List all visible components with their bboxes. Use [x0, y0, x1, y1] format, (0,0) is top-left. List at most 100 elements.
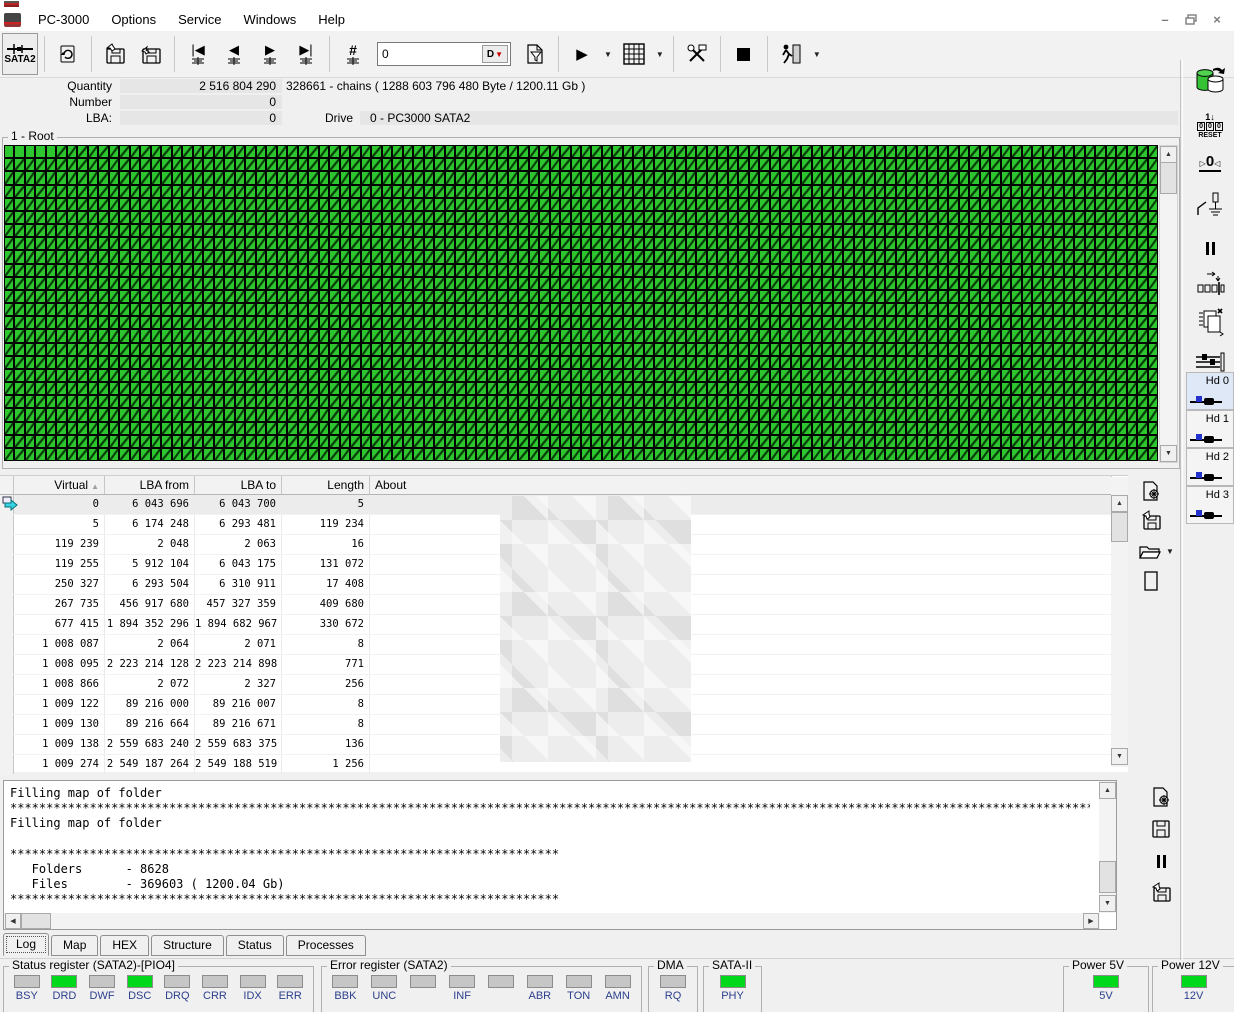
last-record-button[interactable]: ▶|: [289, 34, 323, 74]
load-map-button[interactable]: [98, 34, 132, 74]
menu-item-service[interactable]: Service: [167, 9, 232, 31]
goto-number-button[interactable]: #: [336, 34, 370, 74]
menu-item-pc-3000[interactable]: PC-3000: [27, 9, 100, 31]
tab-log[interactable]: Log: [3, 933, 50, 956]
prev-record-button[interactable]: ◀: [217, 34, 251, 74]
minimize-button[interactable]: –: [1152, 8, 1178, 30]
clear-buffers-button[interactable]: [1190, 304, 1230, 340]
zero-scale-icon: ▷0◁: [1199, 152, 1221, 172]
run-dropdown[interactable]: ▼: [600, 50, 616, 59]
pause-sidebar-button[interactable]: [1190, 230, 1230, 266]
led-label: RQ: [664, 990, 682, 1002]
next-record-button[interactable]: ▶: [253, 34, 287, 74]
build-map-button[interactable]: [1136, 478, 1166, 504]
goto-dec-button[interactable]: D ▼: [482, 45, 508, 63]
menu-item-options[interactable]: Options: [100, 9, 167, 31]
refresh-button[interactable]: [51, 34, 85, 74]
hd-button-2[interactable]: Hd 2: [1186, 448, 1234, 486]
filter-button[interactable]: [518, 34, 552, 74]
hd-button-label: Hd 2: [1205, 451, 1229, 463]
root-map-title: 1 - Root: [8, 130, 57, 143]
hd-button-3[interactable]: Hd 3: [1186, 486, 1234, 524]
log-scrollbar[interactable]: ▲ ▼: [1099, 781, 1116, 913]
column-header-virtual[interactable]: Virtual ▲: [14, 476, 105, 495]
reset-counter-icon: 1↓ 0 0 0 RESET: [1197, 111, 1223, 139]
log-scroll-thumb[interactable]: [1099, 861, 1116, 893]
grid-view-button[interactable]: [617, 34, 651, 74]
sata2-port-button[interactable]: SATA2: [2, 33, 38, 75]
blank-page-icon: [1144, 571, 1158, 591]
chains-map-grid[interactable]: [4, 145, 1158, 461]
page-gear-icon: [1153, 787, 1169, 807]
reset-counter-button[interactable]: 1↓ 0 0 0 RESET: [1190, 106, 1230, 146]
play-icon: ▶: [576, 46, 588, 63]
drive-field: 0 - PC3000 SATA2: [360, 111, 1178, 125]
copy-database-button[interactable]: [1190, 63, 1230, 99]
exit-task-dropdown[interactable]: ▼: [809, 50, 825, 59]
open-table-dropdown[interactable]: ▼: [1162, 547, 1178, 556]
red-down-arrow-icon: ▼: [495, 49, 504, 59]
tab-structure[interactable]: Structure: [151, 935, 224, 956]
hd-button-0[interactable]: Hd 0: [1186, 372, 1234, 410]
log-scroll-down[interactable]: ▼: [1099, 895, 1116, 912]
restore-button[interactable]: [1178, 8, 1204, 30]
first-record-button[interactable]: |◀: [181, 34, 215, 74]
log-hscroll-thumb[interactable]: [21, 913, 51, 929]
exit-task-button[interactable]: [774, 34, 808, 74]
probe-terminal-button[interactable]: [1190, 188, 1230, 224]
open-table-button[interactable]: ▼: [1136, 538, 1180, 564]
led-err: [277, 975, 304, 988]
hd-button-label: Hd 0: [1205, 375, 1229, 387]
save-table-button[interactable]: [1136, 508, 1166, 534]
save-map-button[interactable]: [134, 34, 168, 74]
park-heads-button[interactable]: [1190, 266, 1230, 302]
tools-button[interactable]: [680, 34, 714, 74]
table-scroll-thumb[interactable]: [1111, 512, 1128, 542]
led-label: 12V: [1183, 990, 1204, 1002]
column-header-about[interactable]: About: [370, 476, 1112, 495]
menu-item-help[interactable]: Help: [307, 9, 356, 31]
zero-heads-button[interactable]: ▷0◁: [1190, 146, 1230, 182]
tab-map[interactable]: Map: [51, 935, 99, 956]
new-page-button[interactable]: [1136, 568, 1166, 594]
tab-processes[interactable]: Processes: [285, 935, 366, 956]
log-scroll-left[interactable]: ◀: [5, 913, 21, 929]
pc3000-window: PC-3000 Options Service Windows Help – × SAT…: [0, 0, 1234, 1012]
table-scroll-down[interactable]: ▼: [1111, 748, 1128, 765]
log-hscrollbar[interactable]: ◀ ▶: [4, 913, 1100, 929]
goto-number-input[interactable]: [378, 44, 484, 64]
hd-button-1[interactable]: Hd 1: [1186, 410, 1234, 448]
floppy-save-icon: [1141, 510, 1161, 530]
record-glyph-icon: [300, 56, 312, 65]
menu-item-windows[interactable]: Windows: [232, 9, 307, 31]
record-glyph-icon: [264, 56, 276, 65]
tab-hex[interactable]: HEX: [100, 935, 150, 956]
hd-button-label: Hd 3: [1205, 489, 1229, 501]
table-scroll-up[interactable]: ▲: [1111, 495, 1128, 512]
new-log-button[interactable]: [1146, 784, 1176, 810]
map-scroll-up[interactable]: ▲: [1160, 146, 1177, 163]
led-bbk: [332, 975, 359, 988]
grid-view-dropdown[interactable]: ▼: [652, 50, 668, 59]
close-button[interactable]: ×: [1204, 8, 1230, 30]
tab-status[interactable]: Status: [225, 935, 284, 956]
led-label: AMN: [605, 990, 630, 1002]
pause-log-button[interactable]: [1146, 848, 1176, 874]
column-header-length[interactable]: Length: [282, 476, 370, 495]
map-scroll-down[interactable]: ▼: [1160, 445, 1177, 462]
column-header-lba-from[interactable]: LBA from: [105, 476, 195, 495]
save-log-as-button[interactable]: [1146, 880, 1176, 906]
run-button[interactable]: ▶: [565, 34, 599, 74]
stop-button[interactable]: [727, 34, 761, 74]
save-log-button[interactable]: [1146, 816, 1176, 842]
column-header-lba-to[interactable]: LBA to: [195, 476, 282, 495]
table-scrollbar[interactable]: ▲ ▼: [1111, 477, 1128, 767]
map-scrollbar[interactable]: ▲ ▼: [1159, 145, 1178, 463]
head-icon: [1190, 510, 1222, 519]
log-line: Filling map of folder: [10, 816, 162, 831]
log-scroll-right[interactable]: ▶: [1083, 913, 1099, 929]
pause-icon: [1205, 241, 1215, 255]
map-scroll-thumb[interactable]: [1160, 162, 1177, 194]
log-scroll-up[interactable]: ▲: [1099, 782, 1116, 799]
led-5v: [1093, 975, 1119, 988]
